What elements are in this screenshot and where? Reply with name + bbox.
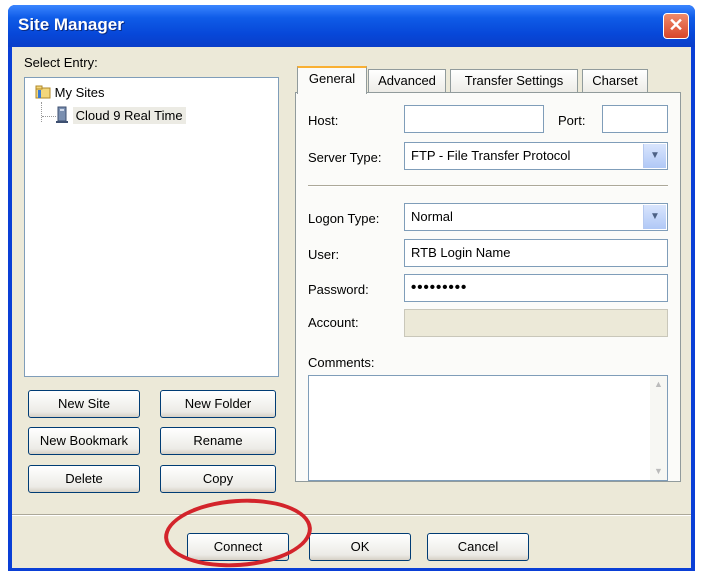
scroll-up-icon[interactable]: ▲ bbox=[650, 376, 667, 393]
account-label: Account: bbox=[308, 315, 359, 330]
tree-item-my-sites[interactable]: My Sites bbox=[35, 84, 104, 100]
new-site-button[interactable]: New Site bbox=[28, 390, 140, 418]
close-icon: ✕ bbox=[668, 15, 684, 35]
tree-item-cloud-9[interactable]: Cloud 9 Real Time bbox=[55, 106, 186, 124]
folder-icon bbox=[35, 85, 51, 99]
comments-scrollbar[interactable]: ▲ ▼ bbox=[650, 376, 667, 480]
user-label: User: bbox=[308, 247, 340, 262]
close-button[interactable]: ✕ bbox=[663, 13, 689, 39]
delete-button[interactable]: Delete bbox=[28, 465, 140, 493]
cancel-button[interactable]: Cancel bbox=[427, 533, 529, 561]
divider bbox=[308, 185, 668, 187]
user-input[interactable]: RTB Login Name bbox=[404, 239, 668, 267]
dropdown-arrow-icon[interactable]: ▼ bbox=[643, 144, 666, 168]
general-tab-panel: Host: Port: Server Type: FTP - File Tran… bbox=[295, 92, 681, 482]
logon-type-value: Normal bbox=[411, 209, 453, 224]
new-bookmark-button[interactable]: New Bookmark bbox=[28, 427, 140, 455]
copy-button[interactable]: Copy bbox=[160, 465, 276, 493]
comments-textarea[interactable]: ▲ ▼ bbox=[308, 375, 668, 481]
rename-button[interactable]: Rename bbox=[160, 427, 276, 455]
password-label: Password: bbox=[308, 282, 369, 297]
site-manager-window: Site Manager ✕ Select Entry: My Sites Cl… bbox=[8, 5, 695, 573]
footer-divider bbox=[12, 514, 691, 516]
tab-transfer-settings[interactable]: Transfer Settings bbox=[450, 69, 578, 93]
computer-icon bbox=[56, 106, 68, 123]
new-folder-button[interactable]: New Folder bbox=[160, 390, 276, 418]
server-type-label: Server Type: bbox=[308, 150, 382, 165]
tree-connector bbox=[42, 116, 56, 118]
tree-item-label: My Sites bbox=[54, 85, 105, 100]
tab-general[interactable]: General bbox=[297, 66, 367, 94]
title-bar[interactable]: Site Manager ✕ bbox=[8, 5, 695, 47]
comments-label: Comments: bbox=[308, 355, 375, 370]
select-entry-label: Select Entry: bbox=[24, 55, 98, 70]
tab-charset[interactable]: Charset bbox=[582, 69, 648, 93]
dialog-client-area: Select Entry: My Sites Cloud 9 Real Time bbox=[12, 47, 691, 573]
dropdown-arrow-icon[interactable]: ▼ bbox=[643, 205, 666, 229]
window-title: Site Manager bbox=[18, 15, 124, 34]
tab-advanced[interactable]: Advanced bbox=[368, 69, 446, 93]
connect-button[interactable]: Connect bbox=[187, 533, 289, 561]
account-input bbox=[404, 309, 668, 337]
tree-connector bbox=[41, 102, 43, 122]
ok-button[interactable]: OK bbox=[309, 533, 411, 561]
port-input[interactable] bbox=[602, 105, 668, 133]
host-label: Host: bbox=[308, 113, 339, 128]
logon-type-select[interactable]: Normal ▼ bbox=[404, 203, 668, 231]
password-input[interactable]: ••••••••• bbox=[404, 274, 668, 302]
scroll-down-icon[interactable]: ▼ bbox=[650, 463, 667, 480]
site-tree[interactable]: My Sites Cloud 9 Real Time bbox=[24, 77, 279, 377]
tree-item-label: Cloud 9 Real Time bbox=[72, 107, 186, 124]
server-type-select[interactable]: FTP - File Transfer Protocol ▼ bbox=[404, 142, 668, 170]
server-type-value: FTP - File Transfer Protocol bbox=[411, 148, 571, 163]
logon-type-label: Logon Type: bbox=[308, 211, 380, 226]
port-label: Port: bbox=[558, 113, 586, 128]
host-input[interactable] bbox=[404, 105, 544, 133]
